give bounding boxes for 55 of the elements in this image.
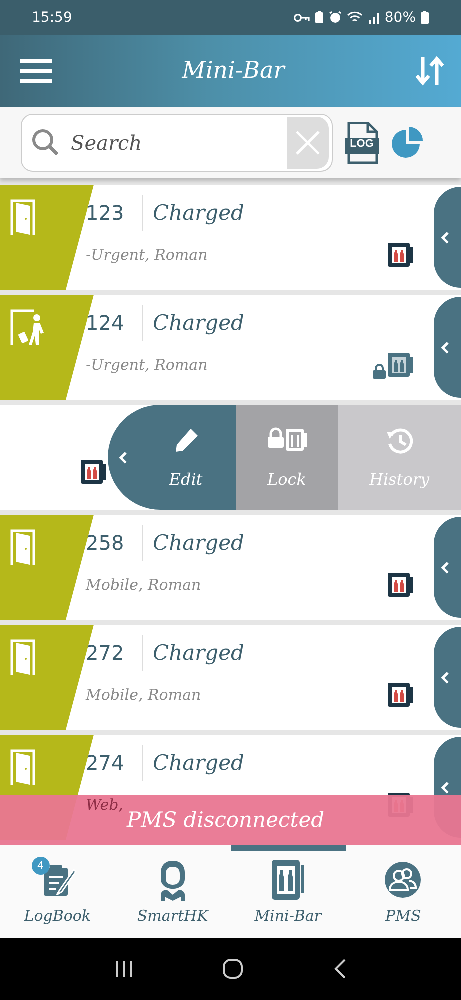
room-card[interactable]: 272 Charged Mobile, Roman — [0, 625, 461, 730]
wifi-icon — [346, 11, 363, 24]
swipe-handle[interactable] — [434, 517, 461, 618]
room-subtitle: Mobile, Roman — [86, 686, 202, 704]
search-bar[interactable]: Search — [21, 114, 333, 172]
door-icon — [10, 529, 36, 565]
swipe-handle[interactable] — [434, 187, 461, 288]
room-status: Charged — [152, 751, 244, 775]
door-icon — [10, 749, 36, 785]
menu-button[interactable] — [20, 58, 52, 84]
room-status: Charged — [152, 201, 244, 225]
pms-tab[interactable]: PMS — [346, 845, 461, 938]
room-status: Charged — [152, 641, 244, 665]
search-field[interactable]: Search — [69, 130, 279, 156]
edit-action-button[interactable]: Edit — [108, 405, 236, 510]
battery-saver-icon — [314, 11, 324, 24]
minibar-icon — [270, 859, 306, 901]
alarm-icon — [328, 11, 342, 24]
room-subtitle: Web, — [86, 796, 124, 814]
room-card[interactable]: 123 Charged -Urgent, Roman — [0, 185, 461, 290]
room-subtitle: -Urgent, Roman — [86, 246, 208, 264]
notification-badge: 4 — [32, 857, 50, 875]
room-card[interactable]: 258 Charged Mobile, Roman — [0, 515, 461, 620]
clock-time: 15:59 — [32, 10, 72, 26]
logbook-tab[interactable]: 4 LogBook — [0, 845, 116, 938]
swipe-handle[interactable] — [434, 297, 461, 398]
search-icon — [31, 128, 61, 158]
swipe-handle[interactable] — [434, 627, 461, 728]
room-number: 124 — [86, 305, 143, 341]
room-number: 274 — [86, 745, 143, 781]
key-icon — [294, 12, 310, 22]
home-icon[interactable] — [222, 958, 244, 980]
back-icon[interactable] — [332, 958, 347, 980]
history-icon — [384, 426, 414, 456]
door-icon — [10, 639, 36, 675]
room-subtitle: -Urgent, Roman — [86, 356, 208, 374]
lock-icon — [373, 364, 386, 379]
sort-button[interactable] — [415, 55, 445, 87]
people-icon — [384, 861, 422, 899]
smarthk-tab[interactable]: SmartHK — [115, 845, 230, 938]
door-icon — [10, 199, 36, 235]
battery-icon — [421, 11, 429, 24]
room-status: Charged — [152, 531, 244, 555]
room-card[interactable]: 124 Charged -Urgent, Roman — [0, 295, 461, 400]
pie-chart-button[interactable] — [391, 126, 425, 160]
room-number: 123 — [86, 195, 143, 231]
screen-title: Mini-Bar — [182, 58, 285, 84]
recent-apps-icon[interactable] — [114, 959, 134, 979]
chevron-left-icon — [118, 451, 128, 465]
room-subtitle: Mobile, Roman — [86, 576, 202, 594]
battery-percent: 80% — [384, 10, 416, 26]
room-number: 272 — [86, 635, 143, 671]
signal-icon — [368, 12, 380, 24]
room-number: 258 — [86, 525, 143, 561]
room-status: Charged — [152, 311, 244, 335]
